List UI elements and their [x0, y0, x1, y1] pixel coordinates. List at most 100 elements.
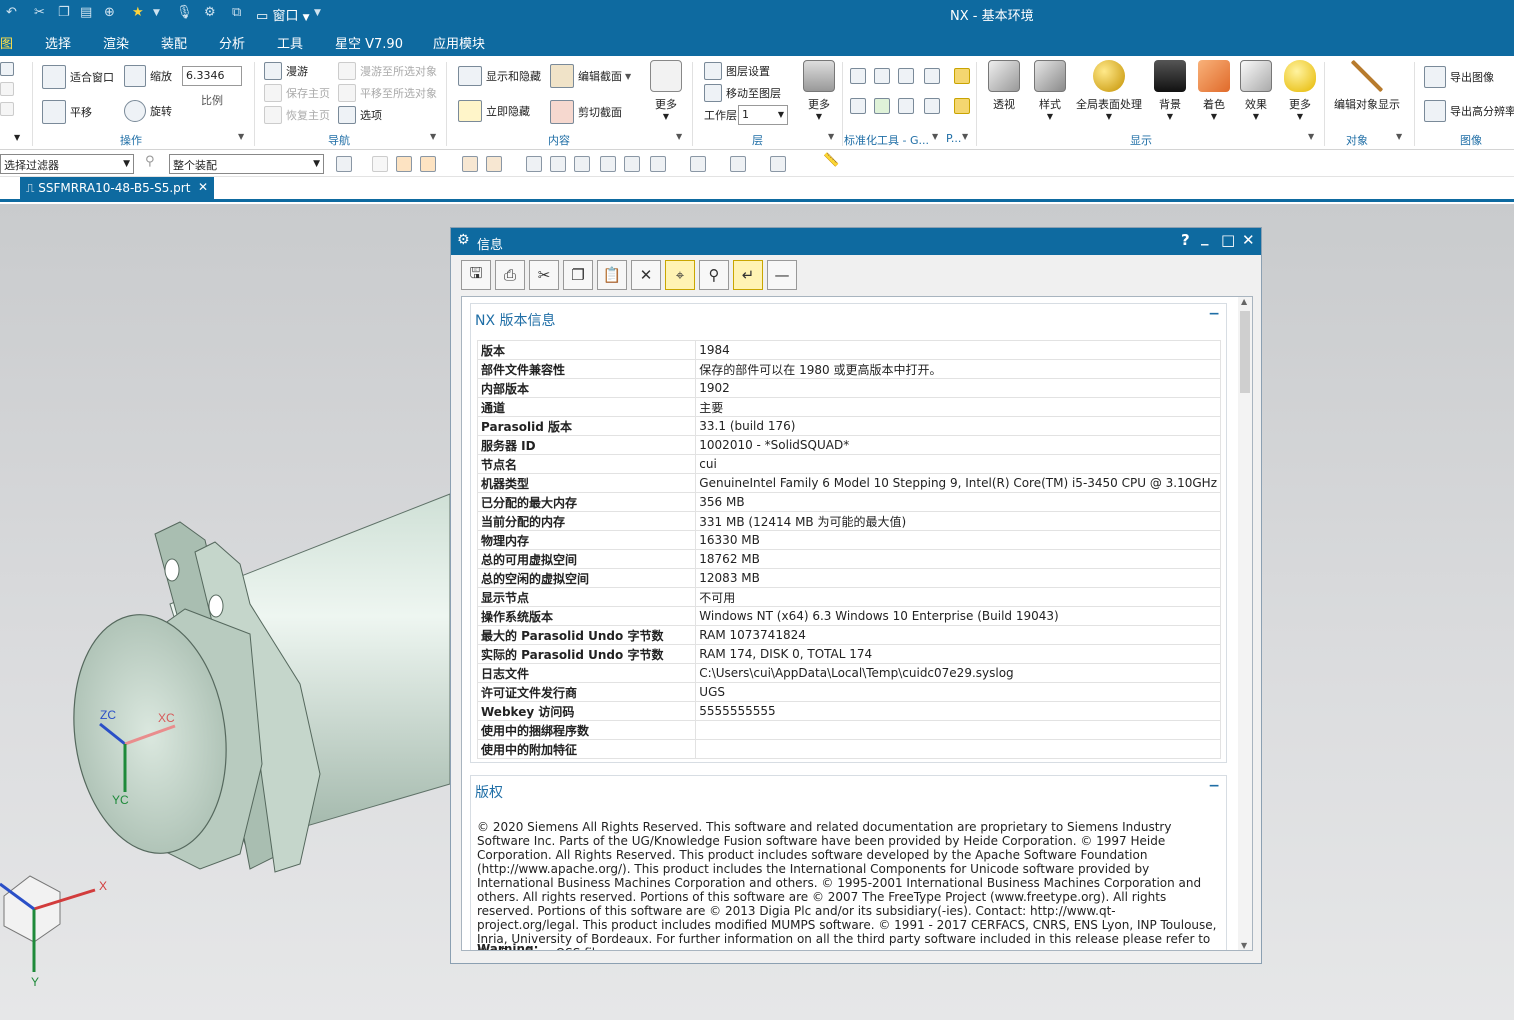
layer-more-button[interactable]: 更多 ▼ — [803, 60, 835, 121]
save-home-button[interactable]: 保存主页 — [264, 84, 330, 102]
chevron-down-icon[interactable]: ▼ — [14, 133, 20, 142]
roam-button[interactable]: 漫游 — [264, 62, 308, 80]
general-selection-icon[interactable] — [336, 156, 352, 172]
style-button[interactable]: 样式 ▼ — [1034, 60, 1066, 121]
menu-applications[interactable]: 应用模块 — [433, 33, 485, 52]
customize-quick-access-icon[interactable]: ▼ — [314, 8, 321, 18]
vertical-scrollbar[interactable]: ▲ ▼ — [1238, 297, 1252, 950]
edit-section-button[interactable]: 编辑截面 ▼ — [550, 64, 631, 88]
snap-3-icon[interactable] — [574, 156, 590, 172]
effects-button[interactable]: 效果 ▼ — [1240, 60, 1272, 121]
microphone-icon[interactable]: 🎙 — [176, 5, 193, 20]
word-wrap-icon[interactable]: ↵ — [733, 260, 763, 290]
scroll-thumb[interactable] — [1240, 311, 1250, 393]
std-tool-2-icon[interactable] — [874, 68, 894, 84]
collapse-section-button[interactable]: − — [1208, 778, 1220, 794]
snap-1-icon[interactable] — [526, 156, 542, 172]
minimize-button[interactable]: _ — [1201, 228, 1209, 246]
std-tool-4-icon[interactable] — [924, 68, 944, 84]
menu-render[interactable]: 渲染 — [103, 33, 129, 52]
copy-icon[interactable]: ❐ — [563, 260, 593, 290]
roam-to-selected-button[interactable]: 漫游至所选对象 — [338, 62, 437, 80]
select-component-icon[interactable] — [420, 156, 436, 172]
selection-filter-select[interactable]: 选择过滤器 ▼ — [0, 154, 134, 174]
view-orient-icon[interactable] — [690, 156, 706, 172]
chevron-down-icon[interactable]: ▼ — [153, 8, 160, 18]
menu-xingkong[interactable]: 星空 V7.90 — [335, 33, 403, 52]
gear-icon[interactable]: ⚙ — [457, 232, 470, 248]
move-to-layer-button[interactable]: 移动至图层 — [704, 84, 781, 102]
layout-single-icon[interactable] — [0, 62, 18, 76]
snap-2-icon[interactable] — [550, 156, 566, 172]
snap-4-icon[interactable] — [600, 156, 616, 172]
coins-stack-icon[interactable] — [954, 98, 974, 114]
touch-mode-icon[interactable]: ⚙ — [204, 5, 216, 20]
scope-select[interactable]: 整个装配 ▼ — [169, 154, 324, 174]
select-assembly-icon[interactable] — [462, 156, 478, 172]
std-tool-1-icon[interactable] — [850, 68, 870, 84]
display-mode-icon[interactable] — [770, 156, 786, 172]
rotate-button[interactable]: 旋转 — [124, 100, 172, 122]
copy-icon[interactable]: ❐ — [58, 5, 70, 20]
group-expand-icon[interactable]: ▼ — [430, 132, 436, 141]
group-expand-icon[interactable]: ▼ — [1308, 132, 1314, 141]
help-button[interactable]: ? — [1181, 231, 1190, 249]
std-tool-7-icon[interactable] — [898, 98, 918, 114]
layout-grid-icon[interactable] — [0, 82, 18, 96]
paste-icon[interactable]: 📋 — [597, 260, 627, 290]
file-tab[interactable]: ⎍ SSFMRRA10-48-B5-S5.prt ✕ — [20, 177, 214, 201]
background-button[interactable]: 背景 ▼ — [1154, 60, 1186, 121]
cut-icon[interactable]: ✂ — [34, 5, 45, 20]
menu-analysis[interactable]: 分析 — [219, 33, 245, 52]
paste-icon[interactable]: ▤ — [80, 5, 92, 20]
group-expand-icon[interactable]: ▼ — [238, 132, 244, 141]
select-body-icon[interactable] — [396, 156, 412, 172]
group-expand-icon[interactable]: ▼ — [1396, 132, 1402, 141]
collapse-section-button[interactable]: − — [1208, 306, 1220, 322]
render-style-icon[interactable] — [730, 156, 746, 172]
scroll-up-icon[interactable]: ▲ — [1241, 297, 1247, 306]
menu-view[interactable]: 图 — [0, 33, 13, 52]
crosshair-icon[interactable]: ⌖ — [665, 260, 695, 290]
layer-settings-button[interactable]: 图层设置 — [704, 62, 770, 80]
content-more-button[interactable]: 更多 ▼ — [650, 60, 682, 121]
scroll-down-icon[interactable]: ▼ — [1241, 941, 1247, 950]
select-feature-icon[interactable] — [372, 156, 388, 172]
window-switch-icon[interactable]: ⧉ — [232, 5, 241, 20]
close-tab-icon[interactable]: ✕ — [198, 180, 208, 194]
save-icon[interactable]: 🖫 — [461, 260, 491, 290]
export-image-button[interactable]: 导出图像 — [1424, 66, 1494, 88]
perspective-button[interactable]: 透视 — [988, 60, 1020, 112]
pan-to-selected-button[interactable]: 平移至所选对象 — [338, 84, 437, 102]
edit-object-display-button[interactable]: 编辑对象显示 — [1334, 60, 1400, 112]
maximize-button[interactable]: □ — [1221, 231, 1235, 249]
export-hq-button[interactable]: 导出高分辨率 — [1424, 100, 1514, 122]
group-expand-icon[interactable]: ▼ — [828, 132, 834, 141]
clip-section-button[interactable]: 剪切截面 — [550, 100, 622, 124]
show-hide-button[interactable]: 显示和隐藏 — [458, 66, 541, 86]
global-shading-button[interactable]: 全局表面处理 ▼ — [1076, 60, 1142, 121]
std-tool-6-icon[interactable] — [874, 98, 894, 114]
menu-assembly[interactable]: 装配 — [161, 33, 187, 52]
undo-icon[interactable]: ↶ — [6, 5, 17, 20]
group-expand-icon[interactable]: ▼ — [932, 132, 938, 141]
delete-icon[interactable]: ✕ — [631, 260, 661, 290]
snap-5-icon[interactable] — [624, 156, 640, 172]
display-more-button[interactable]: 更多 ▼ — [1284, 60, 1316, 121]
collapse-all-icon[interactable]: — — [767, 260, 797, 290]
print-icon[interactable]: ⎙ — [495, 260, 525, 290]
pan-button[interactable]: 平移 — [42, 100, 92, 124]
restore-home-button[interactable]: 恢复主页 — [264, 106, 330, 124]
select-part-icon[interactable] — [486, 156, 502, 172]
menu-select[interactable]: 选择 — [45, 33, 71, 52]
immediate-hide-button[interactable]: 立即隐藏 — [458, 100, 530, 122]
close-button[interactable]: ✕ — [1242, 231, 1255, 249]
window-menu[interactable]: ▭ 窗口 ▼ — [256, 5, 310, 24]
zoom-scale-input[interactable]: 6.3346 — [182, 66, 242, 86]
group-expand-icon[interactable]: ▼ — [962, 132, 968, 141]
measure-icon[interactable]: 📏 — [823, 153, 839, 169]
dialog-title-bar[interactable]: ⚙ 信息 ? _ □ ✕ — [451, 228, 1261, 255]
group-expand-icon[interactable]: ▼ — [676, 132, 682, 141]
menu-tools[interactable]: 工具 — [277, 33, 303, 52]
info-content[interactable]: NX 版本信息 − 版本 1984 部件文件兼容性 保存的部件可以在 1980 或更高… — [461, 296, 1253, 951]
